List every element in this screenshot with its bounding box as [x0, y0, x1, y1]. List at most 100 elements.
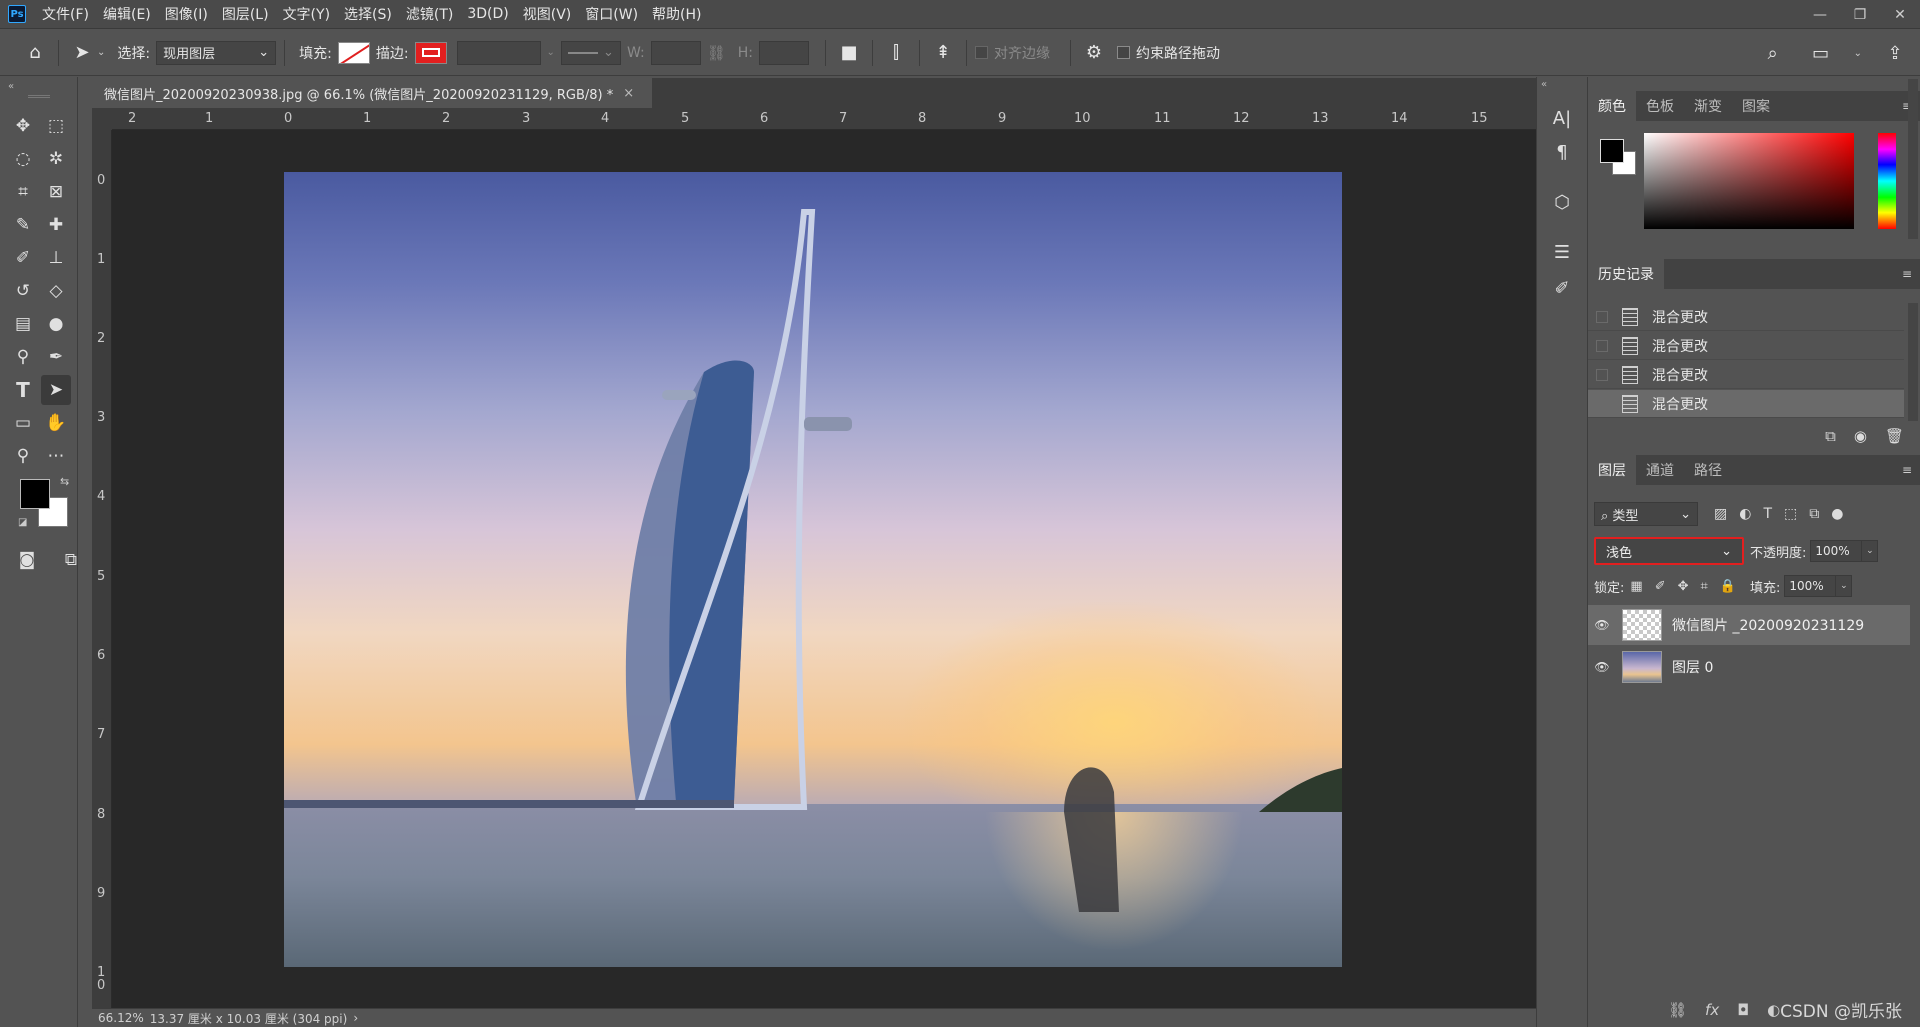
path-operations-icon[interactable]: ■	[834, 38, 864, 68]
magic-wand-tool-icon[interactable]: ✲	[41, 144, 71, 174]
history-item[interactable]: 混合更改	[1588, 303, 1904, 331]
healing-brush-tool-icon[interactable]: ✚	[41, 210, 71, 240]
direct-selection-tool-icon[interactable]: ➤	[41, 375, 71, 405]
history-scrollbar[interactable]	[1908, 303, 1918, 421]
tab-color[interactable]: 颜色	[1588, 91, 1636, 121]
blend-mode-dropdown[interactable]: 浅色 ⌄	[1594, 537, 1744, 565]
layer-row[interactable]: 👁 图层 0	[1588, 647, 1910, 687]
stroke-type-dropdown[interactable]: ⌄	[560, 40, 621, 65]
tab-paths[interactable]: 路径	[1684, 455, 1732, 485]
lock-transparent-pixels-icon[interactable]: ▦	[1630, 579, 1642, 594]
history-brush-tool-icon[interactable]: ↺	[8, 276, 38, 306]
marquee-tool-icon[interactable]: ⬚	[41, 111, 71, 141]
menu-file[interactable]: 文件(F)	[42, 4, 89, 24]
opacity-input[interactable]: 100%	[1810, 540, 1863, 562]
close-window-button[interactable]: ✕	[1880, 0, 1920, 29]
fill-slider-toggle[interactable]: ⌄	[1836, 575, 1853, 597]
link-layers-icon[interactable]: ⛓	[1668, 1001, 1687, 1019]
lock-position-icon[interactable]: ✥	[1678, 579, 1689, 594]
hand-tool-icon[interactable]: ✋	[41, 408, 71, 438]
quick-mask-icon[interactable]: ◙	[12, 545, 42, 575]
tab-channels[interactable]: 通道	[1636, 455, 1684, 485]
width-input[interactable]	[650, 40, 701, 65]
type-tool-icon[interactable]: T	[8, 375, 38, 405]
menu-type[interactable]: 文字(Y)	[283, 4, 330, 24]
link-icon[interactable]: ⛓	[707, 44, 726, 62]
hue-slider[interactable]	[1878, 133, 1896, 229]
chevron-down-icon[interactable]: ⌄	[1854, 48, 1862, 59]
lock-image-pixels-icon[interactable]: ✐	[1655, 579, 1666, 594]
trash-icon[interactable]: 🗑	[1885, 427, 1904, 445]
menu-view[interactable]: 视图(V)	[523, 4, 572, 24]
path-selection-tool-icon[interactable]: ➤	[67, 38, 97, 68]
dodge-tool-icon[interactable]: ⚲	[8, 342, 38, 372]
shape-layer-filter-icon[interactable]: ⬚	[1784, 506, 1797, 522]
camera-icon[interactable]: ◉	[1854, 427, 1867, 445]
layer-row-selected[interactable]: 👁 微信图片 _20200920231129	[1588, 605, 1910, 645]
clone-stamp-tool-icon[interactable]: ⊥	[41, 243, 71, 273]
adjustment-layer-icon[interactable]: ◐	[1767, 1001, 1780, 1019]
history-item[interactable]: 混合更改	[1588, 361, 1904, 389]
document-tab[interactable]: 微信图片_20200920230938.jpg @ 66.1% (微信图片_20…	[92, 78, 652, 108]
move-tool-icon[interactable]: ✥	[8, 111, 38, 141]
menu-filter[interactable]: 滤镜(T)	[406, 4, 453, 24]
foreground-color-swatch[interactable]	[1600, 139, 1624, 163]
tab-history[interactable]: 历史记录	[1588, 259, 1664, 289]
layer-style-icon[interactable]: fx	[1705, 1001, 1719, 1019]
color-panel-scrollbar[interactable]	[1908, 79, 1918, 239]
collapse-icon[interactable]: «	[8, 81, 14, 92]
menu-window[interactable]: 窗口(W)	[585, 4, 638, 24]
panel-menu-icon[interactable]: ≡	[1902, 267, 1912, 281]
history-item[interactable]: 混合更改	[1588, 332, 1904, 360]
menu-edit[interactable]: 编辑(E)	[103, 4, 151, 24]
menu-help[interactable]: 帮助(H)	[652, 4, 701, 24]
path-arrangement-icon[interactable]: ⇞	[928, 38, 958, 68]
color-picker-field[interactable]	[1644, 133, 1854, 229]
gear-icon[interactable]: ⚙	[1079, 38, 1109, 68]
chevron-down-icon[interactable]: ⌄	[97, 47, 105, 58]
eyedropper-tool-icon[interactable]: ✎	[8, 210, 38, 240]
eraser-tool-icon[interactable]: ◇	[41, 276, 71, 306]
tab-swatches[interactable]: 色板	[1636, 91, 1684, 121]
fill-input[interactable]: 100%	[1784, 575, 1837, 597]
zoom-tool-icon[interactable]: ⚲	[8, 441, 38, 471]
workspace-icon[interactable]: ▭	[1806, 38, 1836, 68]
collapse-icon[interactable]: «	[1541, 79, 1547, 90]
menu-3d[interactable]: 3D(D)	[467, 6, 508, 22]
screen-mode-icon[interactable]: ⧉	[56, 545, 86, 575]
drag-handle[interactable]	[28, 95, 50, 98]
chevron-down-icon[interactable]: ⌄	[547, 47, 555, 58]
brush-tool-icon[interactable]: ✐	[8, 243, 38, 273]
paragraph-panel-icon[interactable]: ¶	[1547, 137, 1577, 167]
new-document-from-state-icon[interactable]: ⧉	[1825, 427, 1836, 445]
tab-layers[interactable]: 图层	[1588, 455, 1636, 485]
history-checkbox[interactable]	[1596, 368, 1608, 381]
select-scope-dropdown[interactable]: 现用图层 ⌄	[156, 40, 277, 65]
menu-layer[interactable]: 图层(L)	[222, 4, 269, 24]
crop-tool-icon[interactable]: ⌗	[8, 177, 38, 207]
canvas-area[interactable]: » ✕ ⧉	[112, 130, 1604, 1008]
layer-kind-filter-dropdown[interactable]: ⌕ 类型 ⌄	[1594, 502, 1698, 526]
minimize-button[interactable]: —	[1800, 0, 1840, 29]
smart-object-filter-icon[interactable]: ⧉	[1809, 506, 1819, 522]
3d-panel-icon[interactable]: ⬡	[1547, 187, 1577, 217]
menu-image[interactable]: 图像(I)	[165, 4, 208, 24]
search-icon[interactable]: ⌕	[1758, 38, 1788, 68]
menu-select[interactable]: 选择(S)	[344, 4, 392, 24]
frame-tool-icon[interactable]: ⊠	[41, 177, 71, 207]
type-layer-filter-icon[interactable]: T	[1763, 506, 1772, 522]
lock-artboard-icon[interactable]: ⌗	[1701, 579, 1708, 594]
brush-settings-icon[interactable]: ✐	[1547, 273, 1577, 303]
status-menu-arrow[interactable]: ›	[353, 1011, 358, 1025]
swap-colors-icon[interactable]: ⇆	[60, 475, 69, 488]
tab-gradients[interactable]: 渐变	[1684, 91, 1732, 121]
constrain-path-checkbox[interactable]	[1116, 46, 1130, 59]
lock-all-icon[interactable]: 🔒	[1720, 579, 1736, 594]
rectangle-tool-icon[interactable]: ▭	[8, 408, 38, 438]
stroke-swatch[interactable]	[414, 41, 447, 64]
adjustments-panel-icon[interactable]: ☰	[1547, 237, 1577, 267]
restore-button[interactable]: ❐	[1840, 0, 1880, 29]
history-checkbox[interactable]	[1596, 339, 1608, 352]
history-item-selected[interactable]: 混合更改	[1588, 390, 1904, 418]
pen-tool-icon[interactable]: ✒	[41, 342, 71, 372]
